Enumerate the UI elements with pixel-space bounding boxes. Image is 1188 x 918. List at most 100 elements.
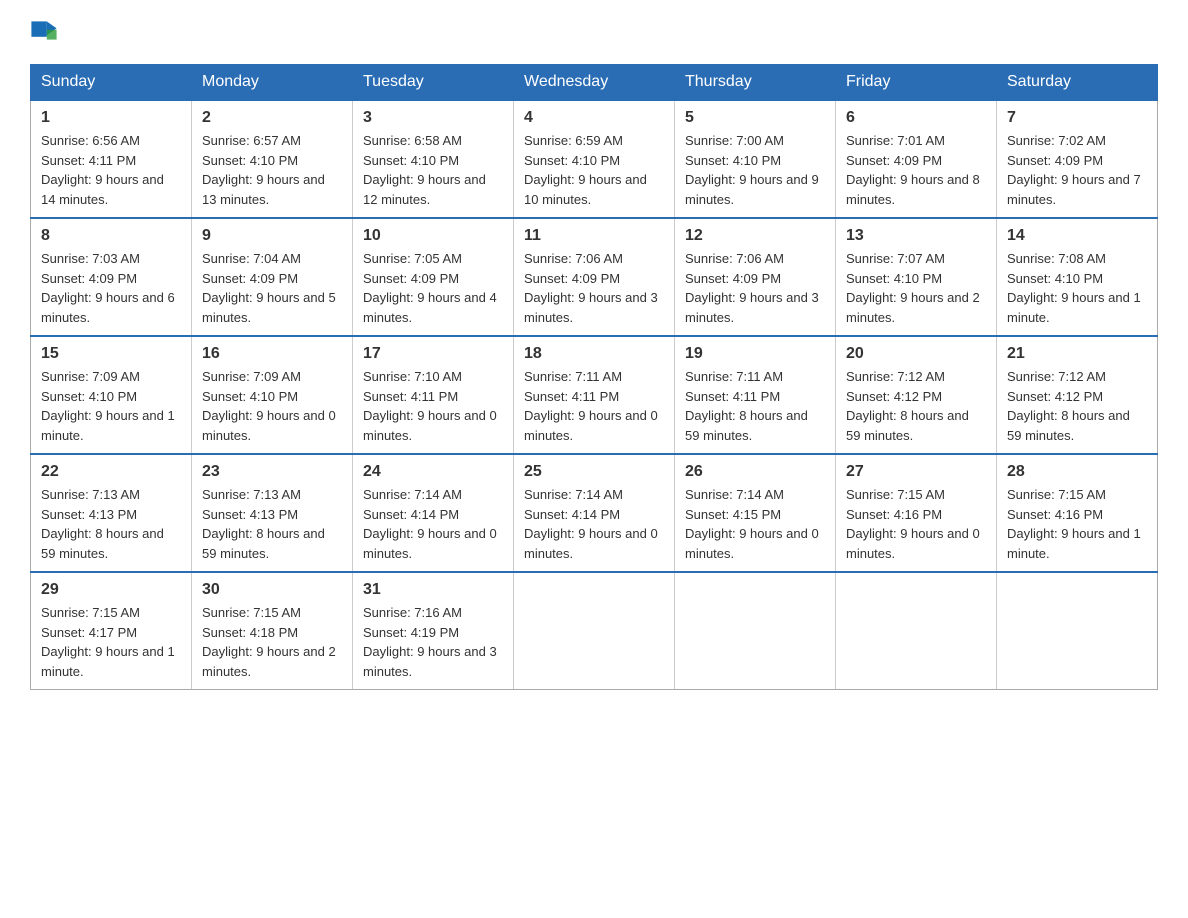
calendar-cell: 21 Sunrise: 7:12 AMSunset: 4:12 PMDaylig…: [997, 336, 1158, 454]
day-info: Sunrise: 7:15 AMSunset: 4:16 PMDaylight:…: [846, 485, 986, 563]
day-info: Sunrise: 7:13 AMSunset: 4:13 PMDaylight:…: [202, 485, 342, 563]
day-info: Sunrise: 7:15 AMSunset: 4:18 PMDaylight:…: [202, 603, 342, 681]
day-info: Sunrise: 7:14 AMSunset: 4:15 PMDaylight:…: [685, 485, 825, 563]
day-info: Sunrise: 7:03 AMSunset: 4:09 PMDaylight:…: [41, 249, 181, 327]
day-info: Sunrise: 7:09 AMSunset: 4:10 PMDaylight:…: [202, 367, 342, 445]
calendar-week-1: 1 Sunrise: 6:56 AMSunset: 4:11 PMDayligh…: [31, 100, 1158, 218]
day-number: 22: [41, 463, 181, 481]
calendar-cell: 22 Sunrise: 7:13 AMSunset: 4:13 PMDaylig…: [31, 454, 192, 572]
day-info: Sunrise: 7:07 AMSunset: 4:10 PMDaylight:…: [846, 249, 986, 327]
weekday-header-sunday: Sunday: [31, 65, 192, 101]
day-info: Sunrise: 6:58 AMSunset: 4:10 PMDaylight:…: [363, 131, 503, 209]
weekday-header-tuesday: Tuesday: [353, 65, 514, 101]
weekday-header-thursday: Thursday: [675, 65, 836, 101]
day-info: Sunrise: 6:59 AMSunset: 4:10 PMDaylight:…: [524, 131, 664, 209]
day-number: 31: [363, 581, 503, 599]
weekday-header-row: SundayMondayTuesdayWednesdayThursdayFrid…: [31, 65, 1158, 101]
day-number: 16: [202, 345, 342, 363]
day-info: Sunrise: 7:06 AMSunset: 4:09 PMDaylight:…: [685, 249, 825, 327]
day-number: 11: [524, 227, 664, 245]
day-info: Sunrise: 7:11 AMSunset: 4:11 PMDaylight:…: [524, 367, 664, 445]
day-number: 15: [41, 345, 181, 363]
calendar-cell: 1 Sunrise: 6:56 AMSunset: 4:11 PMDayligh…: [31, 100, 192, 218]
day-info: Sunrise: 7:02 AMSunset: 4:09 PMDaylight:…: [1007, 131, 1147, 209]
calendar-cell: 20 Sunrise: 7:12 AMSunset: 4:12 PMDaylig…: [836, 336, 997, 454]
day-number: 3: [363, 109, 503, 127]
day-number: 28: [1007, 463, 1147, 481]
day-number: 23: [202, 463, 342, 481]
day-number: 25: [524, 463, 664, 481]
calendar-cell: 30 Sunrise: 7:15 AMSunset: 4:18 PMDaylig…: [192, 572, 353, 690]
weekday-header-friday: Friday: [836, 65, 997, 101]
day-number: 12: [685, 227, 825, 245]
calendar-cell: 4 Sunrise: 6:59 AMSunset: 4:10 PMDayligh…: [514, 100, 675, 218]
calendar-cell: 5 Sunrise: 7:00 AMSunset: 4:10 PMDayligh…: [675, 100, 836, 218]
day-info: Sunrise: 7:13 AMSunset: 4:13 PMDaylight:…: [41, 485, 181, 563]
day-info: Sunrise: 6:56 AMSunset: 4:11 PMDaylight:…: [41, 131, 181, 209]
logo-icon: [30, 20, 58, 48]
calendar-cell: 11 Sunrise: 7:06 AMSunset: 4:09 PMDaylig…: [514, 218, 675, 336]
day-info: Sunrise: 7:04 AMSunset: 4:09 PMDaylight:…: [202, 249, 342, 327]
calendar-cell: 2 Sunrise: 6:57 AMSunset: 4:10 PMDayligh…: [192, 100, 353, 218]
calendar-week-4: 22 Sunrise: 7:13 AMSunset: 4:13 PMDaylig…: [31, 454, 1158, 572]
day-info: Sunrise: 7:15 AMSunset: 4:16 PMDaylight:…: [1007, 485, 1147, 563]
day-info: Sunrise: 7:11 AMSunset: 4:11 PMDaylight:…: [685, 367, 825, 445]
calendar-cell: [675, 572, 836, 690]
calendar-body: 1 Sunrise: 6:56 AMSunset: 4:11 PMDayligh…: [31, 100, 1158, 690]
day-number: 5: [685, 109, 825, 127]
day-number: 30: [202, 581, 342, 599]
calendar-cell: 31 Sunrise: 7:16 AMSunset: 4:19 PMDaylig…: [353, 572, 514, 690]
calendar-cell: 13 Sunrise: 7:07 AMSunset: 4:10 PMDaylig…: [836, 218, 997, 336]
calendar-cell: 28 Sunrise: 7:15 AMSunset: 4:16 PMDaylig…: [997, 454, 1158, 572]
day-number: 7: [1007, 109, 1147, 127]
day-number: 1: [41, 109, 181, 127]
day-number: 19: [685, 345, 825, 363]
day-number: 18: [524, 345, 664, 363]
calendar-cell: 15 Sunrise: 7:09 AMSunset: 4:10 PMDaylig…: [31, 336, 192, 454]
day-info: Sunrise: 7:10 AMSunset: 4:11 PMDaylight:…: [363, 367, 503, 445]
day-info: Sunrise: 7:08 AMSunset: 4:10 PMDaylight:…: [1007, 249, 1147, 327]
calendar-cell: 26 Sunrise: 7:14 AMSunset: 4:15 PMDaylig…: [675, 454, 836, 572]
calendar-cell: 3 Sunrise: 6:58 AMSunset: 4:10 PMDayligh…: [353, 100, 514, 218]
calendar-week-2: 8 Sunrise: 7:03 AMSunset: 4:09 PMDayligh…: [31, 218, 1158, 336]
day-number: 10: [363, 227, 503, 245]
day-number: 17: [363, 345, 503, 363]
weekday-header-monday: Monday: [192, 65, 353, 101]
day-number: 6: [846, 109, 986, 127]
day-info: Sunrise: 7:14 AMSunset: 4:14 PMDaylight:…: [363, 485, 503, 563]
calendar-cell: 14 Sunrise: 7:08 AMSunset: 4:10 PMDaylig…: [997, 218, 1158, 336]
calendar-cell: [997, 572, 1158, 690]
calendar-cell: 25 Sunrise: 7:14 AMSunset: 4:14 PMDaylig…: [514, 454, 675, 572]
calendar-cell: 24 Sunrise: 7:14 AMSunset: 4:14 PMDaylig…: [353, 454, 514, 572]
day-number: 8: [41, 227, 181, 245]
calendar-cell: 6 Sunrise: 7:01 AMSunset: 4:09 PMDayligh…: [836, 100, 997, 218]
calendar-cell: 29 Sunrise: 7:15 AMSunset: 4:17 PMDaylig…: [31, 572, 192, 690]
day-number: 14: [1007, 227, 1147, 245]
calendar-cell: [514, 572, 675, 690]
day-info: Sunrise: 7:09 AMSunset: 4:10 PMDaylight:…: [41, 367, 181, 445]
page-header: [30, 20, 1158, 48]
day-info: Sunrise: 7:01 AMSunset: 4:09 PMDaylight:…: [846, 131, 986, 209]
weekday-header-saturday: Saturday: [997, 65, 1158, 101]
day-info: Sunrise: 7:14 AMSunset: 4:14 PMDaylight:…: [524, 485, 664, 563]
calendar-header: SundayMondayTuesdayWednesdayThursdayFrid…: [31, 65, 1158, 101]
calendar-cell: 7 Sunrise: 7:02 AMSunset: 4:09 PMDayligh…: [997, 100, 1158, 218]
calendar-cell: [836, 572, 997, 690]
day-number: 21: [1007, 345, 1147, 363]
calendar-week-3: 15 Sunrise: 7:09 AMSunset: 4:10 PMDaylig…: [31, 336, 1158, 454]
weekday-header-wednesday: Wednesday: [514, 65, 675, 101]
calendar-table: SundayMondayTuesdayWednesdayThursdayFrid…: [30, 64, 1158, 690]
day-number: 20: [846, 345, 986, 363]
calendar-cell: 27 Sunrise: 7:15 AMSunset: 4:16 PMDaylig…: [836, 454, 997, 572]
logo: [30, 20, 60, 48]
calendar-cell: 19 Sunrise: 7:11 AMSunset: 4:11 PMDaylig…: [675, 336, 836, 454]
day-info: Sunrise: 7:12 AMSunset: 4:12 PMDaylight:…: [846, 367, 986, 445]
day-number: 26: [685, 463, 825, 481]
calendar-cell: 16 Sunrise: 7:09 AMSunset: 4:10 PMDaylig…: [192, 336, 353, 454]
day-info: Sunrise: 7:06 AMSunset: 4:09 PMDaylight:…: [524, 249, 664, 327]
day-info: Sunrise: 7:15 AMSunset: 4:17 PMDaylight:…: [41, 603, 181, 681]
calendar-cell: 10 Sunrise: 7:05 AMSunset: 4:09 PMDaylig…: [353, 218, 514, 336]
day-number: 27: [846, 463, 986, 481]
day-info: Sunrise: 7:12 AMSunset: 4:12 PMDaylight:…: [1007, 367, 1147, 445]
calendar-cell: 12 Sunrise: 7:06 AMSunset: 4:09 PMDaylig…: [675, 218, 836, 336]
